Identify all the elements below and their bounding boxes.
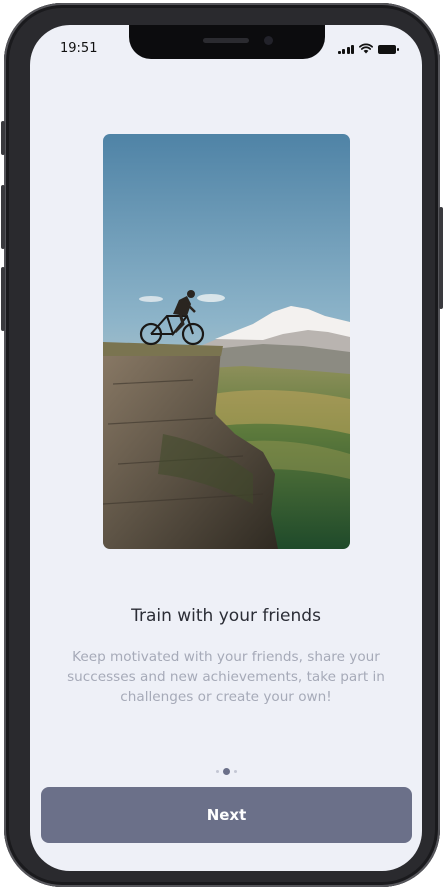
phone-frame: 19:51 Train with your friends Keep motiv…: [1, 3, 443, 887]
page-dot-2-active[interactable]: [222, 768, 230, 775]
page-indicator: [30, 768, 422, 775]
screen: 19:51 Train with your friends Keep motiv…: [30, 25, 422, 871]
hero-image: [103, 134, 350, 549]
wifi-icon: [359, 43, 373, 54]
next-button[interactable]: Next: [41, 787, 412, 843]
mute-switch: [1, 121, 5, 155]
onboarding-description: Keep motivated with your friends, share …: [67, 649, 385, 705]
status-icons: [337, 43, 399, 54]
volume-up-button: [1, 185, 5, 249]
onboarding-title: Train with your friends: [131, 606, 321, 626]
front-camera: [264, 36, 273, 45]
volume-down-button: [1, 267, 5, 331]
speaker: [203, 38, 249, 43]
battery-icon: [378, 45, 399, 54]
mountain-cyclist-photo: [103, 134, 350, 549]
page-dot-3[interactable]: [233, 770, 237, 773]
status-time: 19:51: [60, 41, 98, 56]
signal-icon: [337, 44, 354, 54]
page-dot-1[interactable]: [215, 770, 219, 773]
power-button: [439, 207, 443, 309]
notch: [129, 25, 325, 59]
